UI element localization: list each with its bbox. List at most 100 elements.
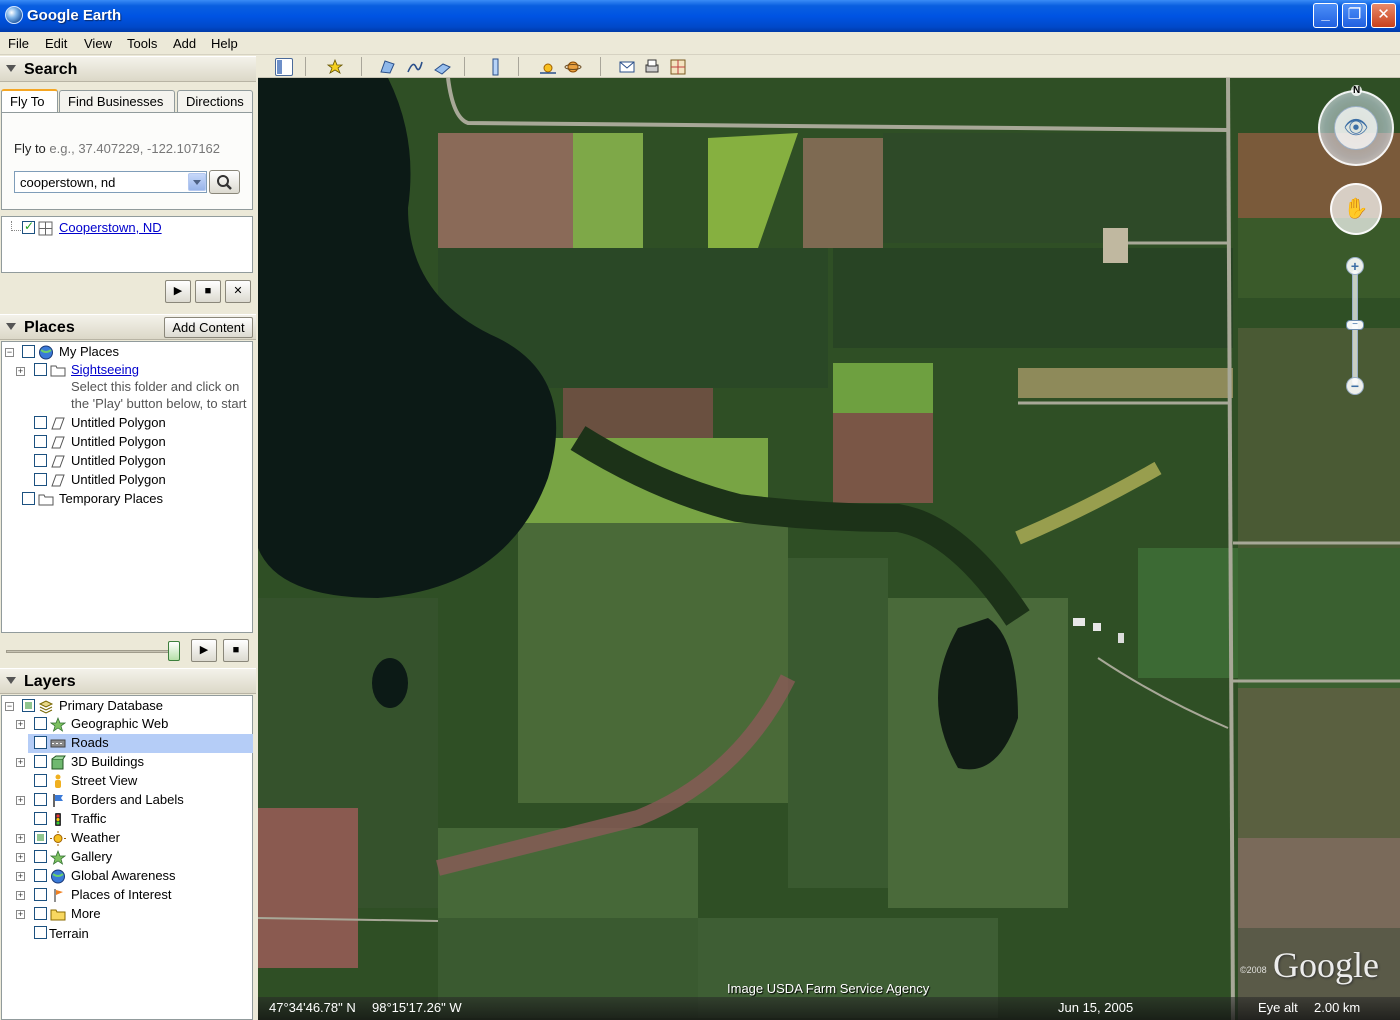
tree-item-polygon[interactable]: Untitled Polygon: [71, 472, 166, 491]
zoom-out-button[interactable]: −: [1346, 377, 1364, 395]
borders-and-labels-checkbox[interactable]: [34, 793, 47, 806]
expand-geographic-web[interactable]: +: [16, 720, 25, 729]
geographic-web-checkbox[interactable]: [34, 717, 47, 730]
menu-edit[interactable]: Edit: [45, 36, 67, 51]
layer-primary-database[interactable]: Primary Database: [59, 698, 163, 717]
layer-terrain[interactable]: Terrain: [49, 926, 89, 945]
minimize-button[interactable]: _: [1313, 3, 1338, 28]
tour-slider-track[interactable]: [6, 650, 178, 653]
layer-borders-and-labels[interactable]: Borders and Labels: [71, 792, 184, 811]
result-link-cooperstown[interactable]: Cooperstown, ND: [59, 220, 162, 239]
look-eye-icon[interactable]: 👁: [1334, 106, 1378, 150]
close-button[interactable]: ✕: [1371, 3, 1396, 28]
result-checkbox[interactable]: [22, 219, 35, 234]
add-content-button[interactable]: Add Content: [164, 317, 253, 338]
expand-borders-and-labels[interactable]: +: [16, 796, 25, 805]
street-view-checkbox[interactable]: [34, 774, 47, 787]
image-overlay-icon[interactable]: [433, 58, 451, 76]
ruler-icon[interactable]: [486, 58, 504, 76]
expand-weather[interactable]: +: [16, 834, 25, 843]
sightseeing-checkbox[interactable]: [34, 363, 47, 376]
more-checkbox[interactable]: [34, 907, 47, 920]
layer-gallery[interactable]: Gallery: [71, 849, 112, 868]
zoom-in-button[interactable]: +: [1346, 257, 1364, 275]
sky-planet-icon[interactable]: [564, 58, 582, 76]
play-tour-button[interactable]: ▶: [191, 639, 217, 662]
collapse-triangle-icon[interactable]: [6, 677, 16, 684]
collapse-triangle-icon[interactable]: [6, 323, 16, 330]
menu-help[interactable]: Help: [211, 36, 238, 51]
dropdown-arrow-icon[interactable]: [188, 173, 206, 191]
maximize-button[interactable]: ❐: [1342, 3, 1367, 28]
weather-checkbox[interactable]: [34, 831, 47, 844]
menu-add[interactable]: Add: [173, 36, 196, 51]
polygon-icon[interactable]: [378, 58, 396, 76]
traffic-checkbox[interactable]: [34, 812, 47, 825]
polygon-checkbox[interactable]: [34, 454, 47, 467]
expand-places-of-interest[interactable]: +: [16, 891, 25, 900]
layer-places-of-interest[interactable]: Places of Interest: [71, 887, 171, 906]
layer-street-view[interactable]: Street View: [71, 773, 137, 792]
tree-item-temporary-places[interactable]: Temporary Places: [59, 491, 163, 510]
expand-3d-buildings[interactable]: +: [16, 758, 25, 767]
menu-file[interactable]: File: [8, 36, 29, 51]
polygon-checkbox[interactable]: [34, 435, 47, 448]
layer-global-awareness[interactable]: Global Awareness: [71, 868, 176, 887]
global-awareness-checkbox[interactable]: [34, 869, 47, 882]
terrain-checkbox[interactable]: [34, 926, 47, 939]
map-view[interactable]: [258, 78, 1400, 1020]
map-copyright: ©2008: [1240, 965, 1267, 975]
menu-view[interactable]: View: [84, 36, 112, 51]
tour-slider-thumb[interactable]: [168, 641, 180, 661]
tab-fly-to[interactable]: Fly To: [1, 89, 58, 113]
pan-hand-icon[interactable]: ✋: [1330, 183, 1382, 235]
expand-more[interactable]: +: [16, 910, 25, 919]
tab-directions[interactable]: Directions: [177, 90, 253, 113]
collapse-primary-database[interactable]: −: [5, 702, 14, 711]
polygon-checkbox[interactable]: [34, 416, 47, 429]
stop-button[interactable]: ■: [195, 280, 221, 303]
layer-roads[interactable]: Roads: [71, 735, 109, 754]
clear-button[interactable]: ✕: [225, 280, 251, 303]
layer-traffic[interactable]: Traffic: [71, 811, 106, 830]
places-of-interest-checkbox[interactable]: [34, 888, 47, 901]
collapse-my-places[interactable]: −: [5, 348, 14, 357]
tree-item-polygon[interactable]: Untitled Polygon: [71, 434, 166, 453]
search-button[interactable]: [209, 170, 240, 194]
expand-gallery[interactable]: +: [16, 853, 25, 862]
places-panel-header[interactable]: Places Add Content: [0, 314, 256, 340]
menu-tools[interactable]: Tools: [127, 36, 157, 51]
layer-geographic-web[interactable]: Geographic Web: [71, 716, 168, 735]
tree-item-polygon[interactable]: Untitled Polygon: [71, 415, 166, 434]
my-places-checkbox[interactable]: [22, 345, 35, 358]
layer-weather[interactable]: Weather: [71, 830, 120, 849]
primary-database-checkbox[interactable]: [22, 699, 35, 712]
roads-checkbox[interactable]: [34, 736, 47, 749]
print-icon[interactable]: [643, 58, 661, 76]
search-panel-header[interactable]: Search: [0, 56, 256, 82]
polygon-checkbox[interactable]: [34, 473, 47, 486]
tree-item-polygon[interactable]: Untitled Polygon: [71, 453, 166, 472]
expand-global-awareness[interactable]: +: [16, 872, 25, 881]
collapse-triangle-icon[interactable]: [6, 65, 16, 72]
3d-buildings-checkbox[interactable]: [34, 755, 47, 768]
stop-tour-button[interactable]: ■: [223, 639, 249, 662]
layer-more[interactable]: More: [71, 906, 101, 925]
temporary-places-checkbox[interactable]: [22, 492, 35, 505]
zoom-slider-thumb[interactable]: −: [1346, 320, 1364, 330]
expand-sightseeing[interactable]: +: [16, 367, 25, 376]
sunlight-icon[interactable]: [539, 58, 557, 76]
layer-3d-buildings[interactable]: 3D Buildings: [71, 754, 144, 773]
fly-to-input[interactable]: [14, 171, 207, 193]
sightseeing-hint-line-2: the 'Play' button below, to start: [71, 396, 247, 411]
tree-item-my-places[interactable]: My Places: [59, 344, 119, 363]
sidebar-toggle-icon[interactable]: [275, 58, 293, 76]
gallery-checkbox[interactable]: [34, 850, 47, 863]
play-button[interactable]: ▶: [165, 280, 191, 303]
email-icon[interactable]: [618, 58, 636, 76]
view-in-maps-icon[interactable]: [669, 58, 687, 76]
layers-panel-header[interactable]: Layers: [0, 668, 256, 694]
tab-find-businesses[interactable]: Find Businesses: [59, 90, 175, 113]
path-icon[interactable]: [406, 58, 424, 76]
placemark-icon[interactable]: [326, 58, 344, 76]
